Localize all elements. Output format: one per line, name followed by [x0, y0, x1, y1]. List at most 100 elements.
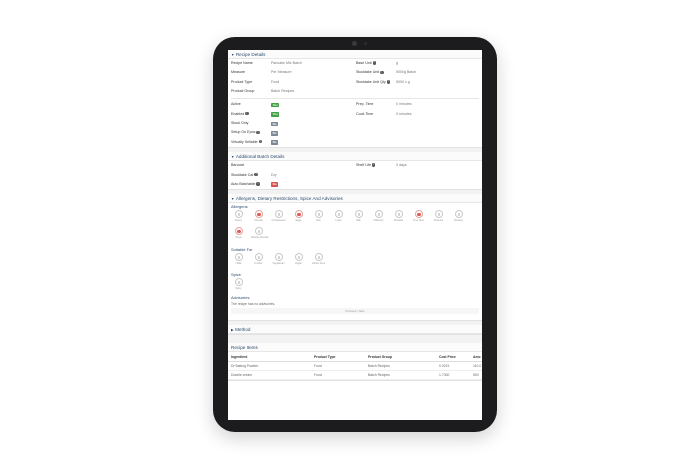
eggs-icon — [294, 210, 303, 219]
stock-only-label: Stock Only — [231, 120, 249, 125]
crustaceans-item: Crustaceans — [271, 210, 286, 222]
product-type-value: Food — [271, 79, 280, 84]
stocktake-unit-label: Stocktake Unit i — [356, 68, 384, 77]
allergens-title: Allergens, Dietary Restrictions, Spice A… — [235, 196, 343, 202]
batch-details-section: ▼ Additional Batch Details Barcode Shelf L… — [228, 152, 482, 191]
setup-on-epos-label-text: Setup On Epos — [231, 130, 256, 135]
halal-item: Halal — [231, 253, 246, 265]
shelf-life-label: Shelf Life i — [356, 161, 376, 170]
info-icon[interactable]: i — [386, 80, 391, 84]
virtually-sellable-badge: No — [271, 140, 279, 145]
column-header[interactable]: Cost Price — [436, 352, 470, 362]
allergens-subheading: Allergens — [231, 204, 248, 210]
advisories-note: The recipe has no advisories. — [231, 302, 276, 307]
info-icon[interactable]: i — [254, 172, 258, 177]
info-icon[interactable]: i — [256, 130, 260, 135]
table-row[interactable]: Dr Baking Powder Food Batch Recipes 0.02… — [228, 361, 482, 371]
vegetarian-icon — [274, 253, 283, 262]
soya-item: Soya — [231, 227, 246, 239]
recipe-name-label: Recipe Name — [231, 61, 253, 65]
enabled-label: Enabled i — [231, 110, 249, 119]
batch-details-header[interactable]: ▼ Additional Batch Details — [228, 152, 482, 162]
caret-right-icon: ▶ — [231, 328, 234, 333]
base-unit-label: Base Unit i — [356, 59, 376, 68]
measure-label: Measure — [231, 70, 245, 75]
setup-on-epos-badge: No — [271, 130, 279, 136]
method-header[interactable]: ▶ Method — [228, 325, 482, 335]
allergens-header[interactable]: ▼ Allergens, Dietary Restrictions, Spice … — [228, 194, 482, 204]
sulphur-dioxide-icon — [254, 227, 263, 236]
peanuts-caption: Peanuts — [433, 219, 444, 223]
table-cell: Food — [311, 361, 365, 371]
table-cell: 110.0 — [470, 361, 482, 371]
stocktake-cat-label-text: Stocktake Cat — [231, 172, 254, 177]
cereals-item: Cereals — [251, 210, 266, 222]
celery-item: Celery — [231, 210, 246, 222]
info-icon[interactable]: i — [245, 111, 249, 116]
table-cell: Batch Recipes — [365, 370, 436, 380]
info-icon[interactable]: i — [380, 70, 384, 75]
recipe-details-title: Recipe Details — [235, 52, 266, 57]
sulphur-dioxide-item: Sulphur Dioxide — [251, 227, 269, 240]
eggs-item: Eggs — [291, 210, 306, 222]
kosher-icon — [254, 253, 263, 262]
stocktake-unit-value: 5000g Batch — [396, 70, 417, 75]
active-label: Active — [231, 102, 241, 107]
column-header[interactable]: Amo — [470, 352, 482, 362]
crustaceans-icon — [274, 210, 283, 219]
info-icon[interactable]: i — [256, 182, 260, 186]
gluten-free-icon — [314, 253, 323, 262]
sesame-icon — [454, 210, 463, 219]
virtually-sellable-label-text: Virtually Sellable — [231, 139, 258, 144]
celery-icon — [234, 210, 243, 219]
suitable-for-icons: Halal Kosher Vegetarian Vegan Gluten Free — [231, 253, 482, 271]
table-row[interactable]: Double cream Food Batch Recipes 1.7300 5… — [228, 370, 482, 380]
lupin-icon — [334, 210, 343, 219]
info-icon[interactable]: i — [372, 61, 376, 65]
peanuts-item: Peanuts — [431, 210, 446, 222]
camera-icon — [352, 41, 357, 46]
vegetarian-item: Vegetarian — [271, 253, 286, 265]
lupin-caption: Lupin — [335, 219, 342, 223]
auto-batchable-badge: No — [271, 182, 279, 188]
shelf-life-label-text: Shelf Life — [356, 163, 371, 168]
cereals-icon — [254, 210, 263, 219]
eggs-caption: Eggs — [295, 219, 302, 223]
stocktake-unit-qty-value: 5000 x g — [396, 79, 410, 84]
fish-caption: Fish — [316, 219, 321, 223]
column-header[interactable]: Ingredient — [228, 352, 311, 362]
auto-batchable-label: Auto Batchable i — [231, 180, 260, 189]
peanuts-icon — [434, 210, 443, 219]
auto-batchable-label-text: Auto Batchable — [231, 181, 256, 186]
fish-item: Fish — [311, 210, 326, 222]
cook-time-label: Cook Time — [356, 111, 374, 116]
milk-caption: Milk — [356, 219, 361, 223]
halal-caption: Halal — [235, 262, 242, 266]
base-unit-label-text: Base Unit — [356, 61, 372, 65]
milk-item: Milk — [351, 210, 366, 222]
sulphur-dioxide-caption: Sulphur Dioxide — [251, 236, 269, 240]
molluscs-caption: Molluscs — [373, 219, 384, 223]
stocktake-unit-qty-label-text: Stocktake Unit Qty — [356, 79, 386, 84]
table-cell: Dr Baking Powder — [228, 361, 311, 371]
vegan-caption: Vegan — [294, 262, 303, 266]
table-cell: 1.7300 — [436, 370, 470, 380]
allergens-section: ▼ Allergens, Dietary Restrictions, Spice … — [228, 194, 482, 322]
table-header-row: Ingredient Product Type Product Group Co… — [228, 352, 482, 362]
allergen-icons: Celery Cereals Crustaceans Eggs Fish Lupin Mil… — [231, 210, 482, 246]
column-header[interactable]: Product Type — [311, 352, 365, 362]
milk-icon — [354, 210, 363, 219]
spice-subheading: Spice — [231, 272, 242, 278]
recipe-items-header: Recipe Items — [228, 343, 482, 353]
prep-time-value: 0 minutes — [396, 102, 412, 107]
gluten-free-item: Gluten Free — [311, 253, 326, 265]
info-icon[interactable]: i — [371, 163, 376, 167]
info-icon[interactable]: i — [258, 140, 262, 144]
sesame-item: Sesame — [451, 210, 466, 222]
recipe-details-header[interactable]: ▼ Recipe Details — [228, 50, 482, 59]
table-cell: 500 — [470, 370, 482, 380]
column-header[interactable]: Product Group — [365, 352, 436, 362]
spicy-caption: Spicy — [235, 287, 242, 291]
active-badge: Yes — [271, 102, 280, 108]
molluscs-icon — [374, 210, 383, 219]
